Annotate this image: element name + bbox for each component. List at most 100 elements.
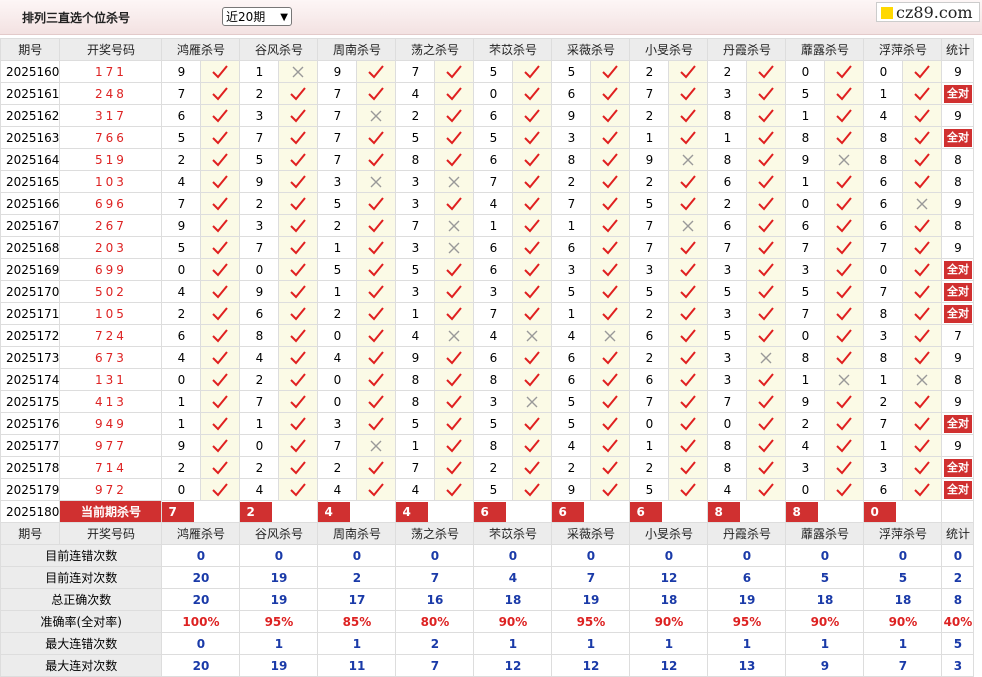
check-icon bbox=[590, 390, 631, 413]
kill-number-cell: 5 bbox=[239, 148, 280, 171]
stat-cell: 全对 bbox=[941, 126, 975, 149]
col-header-stat: 统计 bbox=[941, 522, 975, 545]
all-correct-badge: 全对 bbox=[943, 414, 972, 433]
summary-value: 0 bbox=[551, 544, 631, 567]
check-icon bbox=[902, 236, 943, 259]
period-cell: 2025162 bbox=[0, 104, 61, 127]
check-icon bbox=[278, 104, 319, 127]
kill-number-cell: 5 bbox=[785, 82, 826, 105]
kill-number-cell: 8 bbox=[239, 324, 280, 347]
kill-number-cell: 4 bbox=[395, 82, 436, 105]
check-icon bbox=[746, 60, 787, 83]
kill-number-cell: 3 bbox=[707, 302, 748, 325]
summary-value: 20 bbox=[161, 654, 241, 677]
stat-cell: 9 bbox=[941, 104, 975, 127]
check-icon bbox=[902, 148, 943, 171]
check-icon bbox=[200, 456, 241, 479]
current-kill-cell: 6 bbox=[473, 500, 553, 523]
summary-value: 16 bbox=[395, 588, 475, 611]
summary-value: 1 bbox=[551, 632, 631, 655]
check-icon bbox=[590, 148, 631, 171]
check-icon bbox=[746, 478, 787, 501]
period-cell: 2025175 bbox=[0, 390, 61, 413]
draw-number-cell: 714 bbox=[59, 456, 163, 479]
check-icon bbox=[278, 280, 319, 303]
stat-cell: 8 bbox=[941, 170, 975, 193]
summary-value: 1 bbox=[863, 632, 943, 655]
check-icon bbox=[902, 456, 943, 479]
check-icon bbox=[278, 346, 319, 369]
cross-icon bbox=[278, 60, 319, 83]
kill-number-cell: 1 bbox=[785, 170, 826, 193]
stat-cell: 9 bbox=[941, 346, 975, 369]
check-icon bbox=[200, 104, 241, 127]
summary-stat: 5 bbox=[941, 632, 975, 655]
draw-number-cell: 203 bbox=[59, 236, 163, 259]
kill-number-cell: 7 bbox=[473, 170, 514, 193]
kill-number-cell: 2 bbox=[161, 456, 202, 479]
check-icon bbox=[668, 368, 709, 391]
kill-number-cell: 2 bbox=[629, 60, 670, 83]
check-icon bbox=[434, 434, 475, 457]
kill-number-cell: 3 bbox=[473, 390, 514, 413]
check-icon bbox=[434, 148, 475, 171]
check-icon bbox=[200, 280, 241, 303]
check-icon bbox=[746, 412, 787, 435]
table-row: 2025179 972 0 4 4 4 5 9 5 4 0 6 全对 bbox=[0, 478, 975, 501]
current-period-row: 2025180 当前期杀号 7 2 4 4 6 6 6 8 8 0 bbox=[0, 500, 975, 523]
summary-value: 1 bbox=[473, 632, 553, 655]
kill-number-cell: 7 bbox=[629, 82, 670, 105]
kill-number-cell: 8 bbox=[395, 148, 436, 171]
table-row: 2025169 699 0 0 5 5 6 3 3 3 3 0 全对 bbox=[0, 258, 975, 281]
kill-number-cell: 2 bbox=[629, 170, 670, 193]
draw-number-cell: 673 bbox=[59, 346, 163, 369]
stat-cell: 8 bbox=[941, 368, 975, 391]
all-correct-badge: 全对 bbox=[943, 304, 972, 323]
current-kill-cell: 4 bbox=[317, 500, 397, 523]
check-icon bbox=[668, 192, 709, 215]
summary-value: 100% bbox=[161, 610, 241, 633]
draw-number-cell: 171 bbox=[59, 60, 163, 83]
summary-value: 20 bbox=[161, 588, 241, 611]
col-header-expert: 谷风杀号 bbox=[239, 38, 319, 61]
cross-icon bbox=[512, 324, 553, 347]
check-icon bbox=[590, 192, 631, 215]
stat-cell: 8 bbox=[941, 148, 975, 171]
cross-icon bbox=[434, 170, 475, 193]
check-icon bbox=[200, 60, 241, 83]
kill-number-cell: 1 bbox=[863, 434, 904, 457]
check-icon bbox=[902, 390, 943, 413]
table-row: 2025167 267 9 3 2 7 1 1 7 6 6 6 8 bbox=[0, 214, 975, 237]
check-icon bbox=[200, 478, 241, 501]
kill-number-cell: 0 bbox=[161, 258, 202, 281]
all-correct-badge: 全对 bbox=[943, 282, 972, 301]
summary-value: 0 bbox=[161, 632, 241, 655]
range-select[interactable]: 近20期 ▼ bbox=[222, 7, 292, 26]
summary-value: 20 bbox=[161, 566, 241, 589]
check-icon bbox=[512, 412, 553, 435]
range-select-value: 近20期 bbox=[226, 10, 266, 24]
kill-number-cell: 9 bbox=[551, 104, 592, 127]
kill-number-cell: 7 bbox=[239, 126, 280, 149]
site-logo[interactable]: cz89.com bbox=[876, 2, 980, 22]
current-kill-badge: 8 bbox=[786, 501, 819, 522]
kill-number-cell: 1 bbox=[785, 104, 826, 127]
draw-number-cell: 696 bbox=[59, 192, 163, 215]
table-row: 2025161 248 7 2 7 4 0 6 7 3 5 1 全对 bbox=[0, 82, 975, 105]
kill-number-cell: 4 bbox=[317, 346, 358, 369]
kill-number-cell: 5 bbox=[629, 478, 670, 501]
stat-cell: 9 bbox=[941, 192, 975, 215]
check-icon bbox=[902, 412, 943, 435]
check-icon bbox=[746, 126, 787, 149]
check-icon bbox=[434, 456, 475, 479]
check-icon bbox=[668, 60, 709, 83]
col-header-expert: 采薇杀号 bbox=[551, 38, 631, 61]
kill-number-cell: 6 bbox=[161, 324, 202, 347]
check-icon bbox=[590, 170, 631, 193]
kill-number-cell: 1 bbox=[863, 82, 904, 105]
check-icon bbox=[902, 104, 943, 127]
kill-number-cell: 3 bbox=[707, 346, 748, 369]
check-icon bbox=[356, 368, 397, 391]
current-kill-cell: 8 bbox=[707, 500, 787, 523]
table-row: 2025171 105 2 6 2 1 7 1 2 3 7 8 全对 bbox=[0, 302, 975, 325]
